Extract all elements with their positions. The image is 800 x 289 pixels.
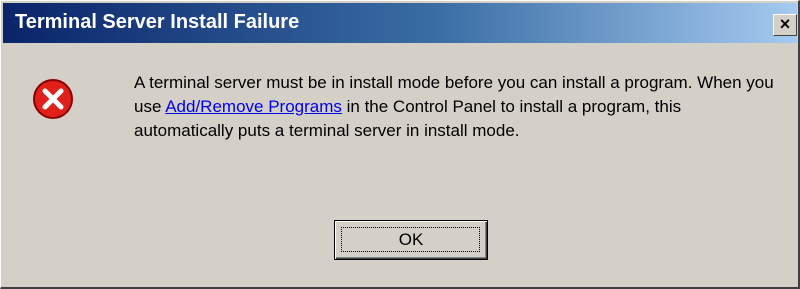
title-bar[interactable]: Terminal Server Install Failure ×: [3, 3, 797, 43]
dialog-title: Terminal Server Install Failure: [15, 11, 300, 33]
error-dialog: Terminal Server Install Failure × A term…: [0, 0, 800, 289]
ok-button-label: OK: [398, 230, 424, 249]
close-button[interactable]: ×: [773, 14, 797, 36]
error-icon: [33, 79, 73, 119]
error-message: A terminal server must be in install mod…: [134, 71, 784, 143]
close-icon: ×: [779, 14, 791, 34]
add-remove-programs-link[interactable]: Add/Remove Programs: [165, 97, 342, 116]
ok-button[interactable]: OK: [334, 220, 488, 260]
